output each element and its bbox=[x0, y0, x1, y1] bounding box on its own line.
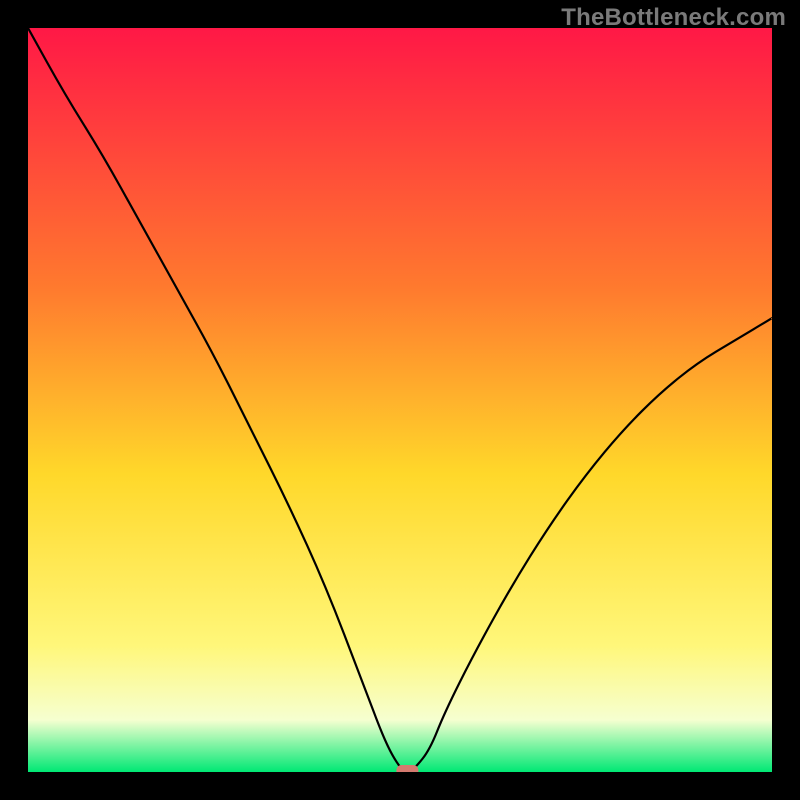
chart-svg bbox=[28, 28, 772, 772]
plot-area bbox=[28, 28, 772, 772]
watermark-text: TheBottleneck.com bbox=[561, 4, 786, 32]
optimal-marker-icon bbox=[396, 765, 418, 772]
gradient-background bbox=[28, 28, 772, 772]
chart-frame: TheBottleneck.com bbox=[0, 0, 800, 800]
